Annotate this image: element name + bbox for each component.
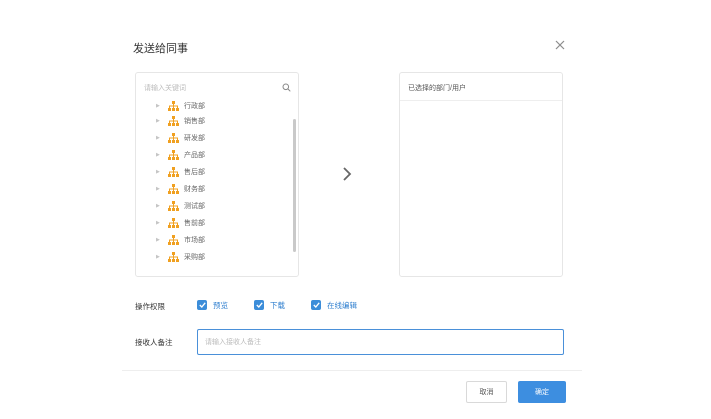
department-tree: ▶ 行政部 ▶ 销售部 ▶ 研发部 ▶ 产品部 ▶ 售后部 ▶ 财务部 ▶ 测试… (136, 99, 298, 274)
tree-item[interactable]: ▶ 售后部 (156, 165, 205, 179)
recipient-note-label: 接收人备注 (135, 338, 173, 347)
org-icon (168, 235, 179, 245)
tree-item[interactable]: ▶ 采购部 (156, 250, 205, 264)
expand-arrow-icon[interactable]: ▶ (156, 169, 162, 175)
permission-download[interactable]: 下载 (254, 299, 285, 311)
expand-arrow-icon[interactable]: ▶ (156, 103, 162, 109)
cancel-button[interactable]: 取消 (466, 381, 507, 403)
selected-list-panel: 已选择的部门/用户 (399, 72, 563, 277)
org-icon (168, 252, 179, 262)
permission-preview[interactable]: 预览 (197, 299, 228, 311)
tree-item-label: 市场部 (184, 237, 205, 244)
scrollbar-thumb[interactable] (293, 119, 296, 252)
expand-arrow-icon[interactable]: ▶ (156, 237, 162, 243)
tree-item-label: 产品部 (184, 152, 205, 159)
tree-item[interactable]: ▶ 行政部 (156, 99, 205, 113)
tree-item[interactable]: ▶ 财务部 (156, 182, 205, 196)
search-input[interactable] (144, 81, 276, 95)
tree-item-label: 行政部 (184, 103, 205, 110)
search-icon[interactable] (282, 83, 291, 92)
tree-item-label: 研发部 (184, 135, 205, 142)
tree-item[interactable]: ▶ 产品部 (156, 148, 205, 162)
tree-item[interactable]: ▶ 研发部 (156, 131, 205, 145)
expand-arrow-icon[interactable]: ▶ (156, 152, 162, 158)
expand-arrow-icon[interactable]: ▶ (156, 254, 162, 260)
check-icon (312, 302, 320, 308)
org-icon (168, 150, 179, 160)
org-icon (168, 167, 179, 177)
tree-item-label: 售前部 (184, 220, 205, 227)
footer-divider (122, 370, 582, 371)
checkbox-checked[interactable] (254, 300, 264, 310)
tree-item[interactable]: ▶ 售前部 (156, 216, 205, 230)
tree-item-label: 售后部 (184, 169, 205, 176)
org-icon (168, 133, 179, 143)
permission-option-label: 下载 (270, 300, 285, 310)
org-icon (168, 201, 179, 211)
search-box (144, 81, 292, 95)
checkbox-checked[interactable] (197, 300, 207, 310)
tree-item-label: 销售部 (184, 118, 205, 125)
org-icon (168, 218, 179, 228)
org-icon (168, 101, 179, 111)
check-icon (255, 302, 263, 308)
permission-label: 操作权限 (135, 302, 165, 311)
permission-option-label: 预览 (213, 300, 228, 310)
close-icon[interactable] (553, 38, 567, 52)
tree-item[interactable]: ▶ 市场部 (156, 233, 205, 247)
confirm-button[interactable]: 确定 (518, 381, 566, 403)
permission-online-edit[interactable]: 在线编辑 (311, 299, 357, 311)
send-to-colleague-dialog: 发送给同事 ▶ 行政部 ▶ 销售部 ▶ (122, 24, 582, 419)
chevron-right-icon[interactable] (341, 166, 353, 182)
department-tree-panel: ▶ 行政部 ▶ 销售部 ▶ 研发部 ▶ 产品部 ▶ 售 (135, 72, 299, 277)
org-icon (168, 184, 179, 194)
expand-arrow-icon[interactable]: ▶ (156, 203, 162, 209)
tree-item[interactable]: ▶ 销售部 (156, 114, 205, 128)
check-icon (198, 302, 206, 308)
selected-list-header: 已选择的部门/用户 (400, 73, 562, 101)
permission-option-label: 在线编辑 (327, 300, 357, 310)
org-icon (168, 116, 179, 126)
expand-arrow-icon[interactable]: ▶ (156, 220, 162, 226)
selected-list-title: 已选择的部门/用户 (408, 85, 466, 92)
expand-arrow-icon[interactable]: ▶ (156, 135, 162, 141)
expand-arrow-icon[interactable]: ▶ (156, 118, 162, 124)
tree-item[interactable]: ▶ 测试部 (156, 199, 205, 213)
recipient-note-input[interactable] (197, 329, 564, 355)
checkbox-checked[interactable] (311, 300, 321, 310)
dialog-title: 发送给同事 (133, 43, 188, 55)
tree-item-label: 采购部 (184, 254, 205, 261)
tree-scrollbar[interactable] (293, 119, 297, 252)
expand-arrow-icon[interactable]: ▶ (156, 186, 162, 192)
tree-item-label: 测试部 (184, 203, 205, 210)
tree-item-label: 财务部 (184, 186, 205, 193)
